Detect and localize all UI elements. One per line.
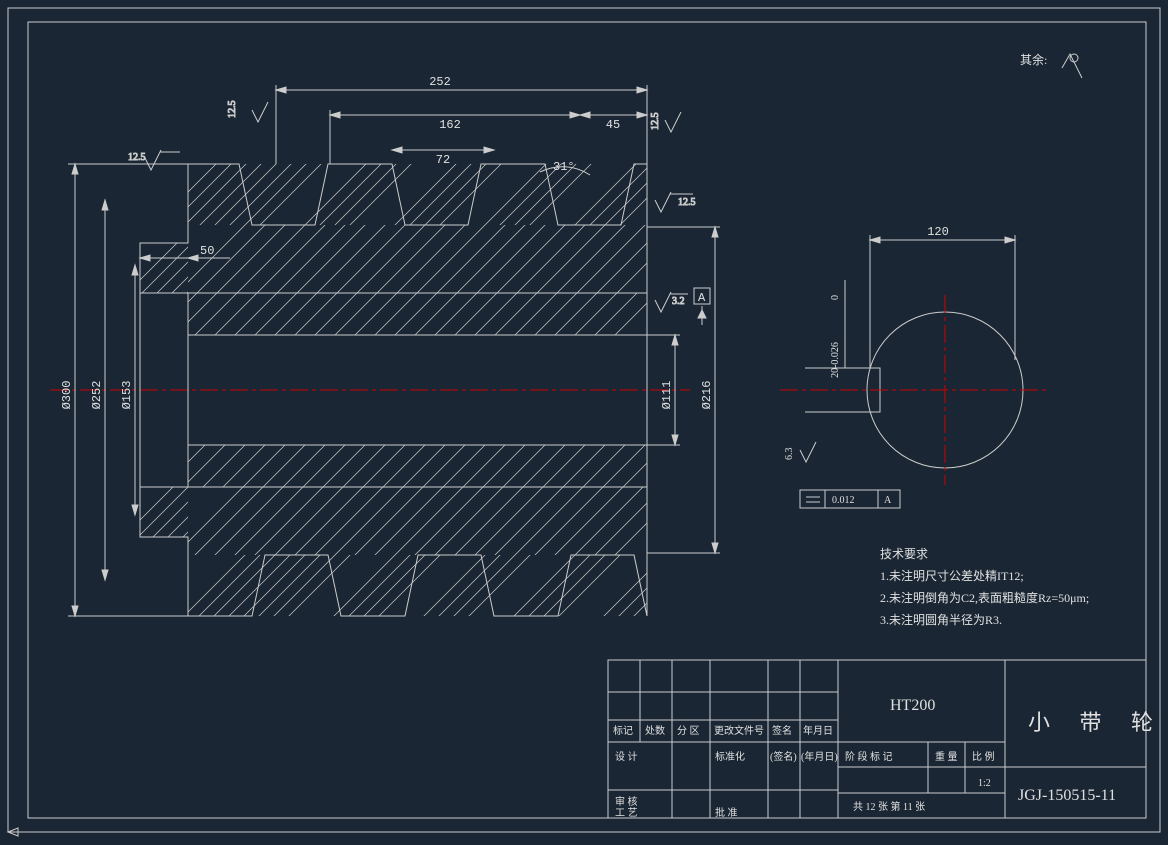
surf-symbols: 12.5 12.5 12.5 12.5 3.2 bbox=[128, 101, 696, 313]
general-roughness: 其余: bbox=[1020, 52, 1082, 78]
tb-r1c4: 更改文件号 bbox=[714, 724, 764, 737]
diam-dims: Ø300 Ø252 Ø153 bbox=[60, 164, 188, 616]
hatch bbox=[100, 100, 760, 650]
surf-12.5-b: 12.5 bbox=[128, 152, 146, 163]
dim-d216: Ø216 bbox=[700, 381, 714, 410]
drawing-canvas: 其余: bbox=[0, 0, 1168, 840]
dim-d111: Ø111 bbox=[660, 381, 674, 410]
dim-tol-upper: 0 bbox=[830, 295, 841, 300]
tech-notes: 技术要求 1.未注明尺寸公差处精IT12; 2.未注明倒角为C2,表面粗糙度Rz… bbox=[880, 547, 1089, 627]
note-1: 1.未注明尺寸公差处精IT12; bbox=[880, 568, 1024, 583]
tb-r4c1: 工 艺 bbox=[615, 807, 638, 819]
tb-part-name: 小 带 轮 bbox=[1028, 710, 1165, 735]
side-view: 120 0 20-0.026 6.3 0.012 A bbox=[780, 225, 1050, 508]
dim-252: 252 bbox=[429, 75, 451, 89]
dim-120: 120 bbox=[927, 225, 949, 239]
dim-d252: Ø252 bbox=[90, 381, 104, 410]
dim-45: 45 bbox=[606, 118, 620, 132]
tb-r3c1: 审 核 bbox=[615, 795, 638, 808]
tb-r2c1: 设 计 bbox=[615, 750, 638, 763]
tb-scale-value: 1:2 bbox=[978, 778, 991, 789]
surf-12.5-d: 12.5 bbox=[678, 197, 696, 208]
datum-a: A bbox=[698, 291, 706, 305]
tb-r2c4: 标准化 bbox=[715, 750, 745, 763]
surf-12.5-a: 12.5 bbox=[227, 101, 238, 119]
tb-mass: 重 量 bbox=[935, 750, 958, 763]
note-2: 2.未注明倒角为C2,表面粗糙度Rz=50μm; bbox=[880, 590, 1089, 605]
tb-r4c2: 批 准 bbox=[715, 806, 738, 819]
dim-162: 162 bbox=[439, 118, 461, 132]
gtol-frame: 0.012 A bbox=[800, 490, 900, 508]
tb-r1c2: 处数 bbox=[645, 724, 665, 737]
tb-r2c6: (年月日) bbox=[801, 750, 838, 763]
dim-72: 72 bbox=[436, 153, 450, 167]
frame-outer bbox=[8, 8, 1160, 832]
surf-3.2: 3.2 bbox=[672, 296, 685, 307]
title-block: 标记 处数 分 区 更改文件号 签名 年月日 设 计 标准化 (签名) (年月日… bbox=[608, 660, 1165, 819]
tb-sheet: 共 12 张 第 11 张 bbox=[853, 800, 925, 813]
tb-ratio: 比 例 bbox=[972, 750, 995, 763]
gtol-value: 0.012 bbox=[832, 495, 855, 506]
tb-material: HT200 bbox=[890, 697, 935, 714]
main-view: 252 162 45 72 31° 50 Ø300 Ø252 Ø153 bbox=[50, 75, 760, 650]
dim-d153: Ø153 bbox=[120, 381, 134, 410]
gtol-ref: A bbox=[884, 495, 892, 506]
tb-stage: 阶 段 标 记 bbox=[845, 750, 893, 763]
tb-drawing-no: JGJ-150515-11 bbox=[1018, 787, 1116, 804]
dim-50: 50 bbox=[200, 244, 214, 258]
surf-12.5-e: 12.5 bbox=[650, 113, 661, 131]
general-roughness-label: 其余: bbox=[1020, 52, 1047, 67]
tb-r1c3: 分 区 bbox=[677, 725, 700, 737]
notes-heading: 技术要求 bbox=[880, 547, 928, 561]
note-3: 3.未注明圆角半径为R3. bbox=[880, 612, 1002, 627]
tb-r1c1: 标记 bbox=[613, 725, 633, 737]
dim-tol-lower: 20-0.026 bbox=[830, 342, 841, 378]
tb-r2c5: (签名) bbox=[770, 750, 797, 763]
surf-6.3: 6.3 bbox=[784, 448, 795, 461]
dim-d300: Ø300 bbox=[60, 381, 74, 410]
frame-inner bbox=[28, 22, 1146, 818]
tb-r1c5: 签名 bbox=[772, 724, 792, 737]
tb-r1c6: 年月日 bbox=[803, 724, 833, 737]
